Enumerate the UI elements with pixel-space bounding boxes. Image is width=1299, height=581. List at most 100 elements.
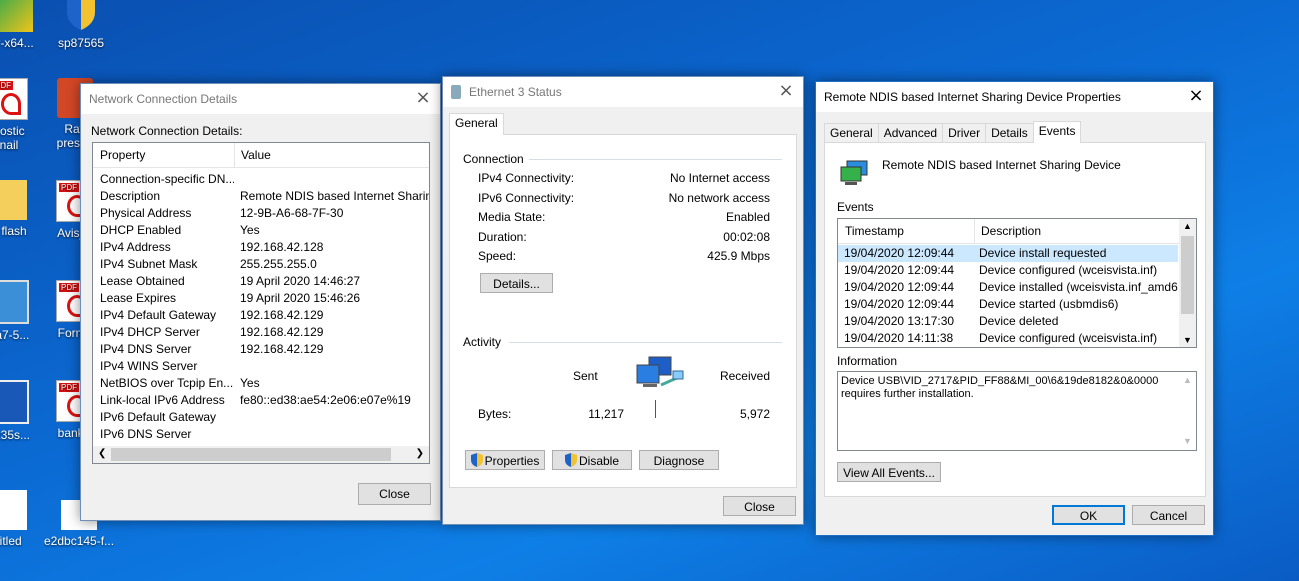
uac-shield-icon (564, 453, 577, 467)
list-item[interactable]: DHCP Enabled Yes (93, 222, 429, 239)
information-textbox[interactable]: Device USB\VID_2717&PID_FF88&MI_00\6&19d… (837, 371, 1197, 451)
network-connection-details-window: Network Connection Details × Network Con… (80, 83, 441, 521)
window-title: Ethernet 3 Status (469, 85, 562, 99)
property-name: IPv4 Address (100, 240, 171, 254)
events-list[interactable]: Timestamp Description 19/04/2020 12:09:4… (837, 218, 1197, 348)
vertical-scrollbar[interactable]: ▲ ▼ (1179, 219, 1196, 347)
list-header: Property Value (93, 143, 429, 168)
details-caption: Network Connection Details: (91, 124, 243, 138)
properties-button[interactable]: Properties (465, 450, 545, 470)
property-value: 19 April 2020 15:46:26 (240, 291, 361, 305)
scroll-left-icon[interactable]: ❮ (98, 448, 106, 459)
information-label: Information (837, 354, 898, 368)
received-label: Received (719, 369, 770, 383)
ethernet-status-window: Ethernet 3 Status × General Connection I… (442, 76, 804, 525)
list-item[interactable]: IPv4 DNS Server 192.168.42.129 (93, 341, 429, 358)
bytes-received-value: 5,972 (739, 407, 770, 421)
desktop-icon[interactable]: titled (0, 490, 44, 548)
tab-advanced[interactable]: Advanced (877, 123, 944, 143)
title-bar: Ethernet 3 Status × (443, 77, 803, 107)
table-row[interactable]: 19/04/2020 12:09:44 Device install reques… (838, 245, 1178, 262)
table-row[interactable]: 19/04/2020 12:09:44 Device configured (wc… (838, 262, 1178, 279)
event-timestamp: 19/04/2020 12:09:44 (844, 280, 955, 294)
scroll-down-icon[interactable]: ▼ (1183, 435, 1192, 448)
window-title: Network Connection Details (89, 92, 238, 106)
desktop-icon[interactable]: tfx35s... (0, 380, 44, 442)
list-item[interactable]: Connection-specific DN... (93, 171, 429, 188)
column-header-property[interactable]: Property (93, 143, 235, 167)
desktop-icon[interactable]: 3a7-5... (0, 280, 44, 342)
scroll-down-icon[interactable]: ▼ (1183, 335, 1192, 345)
property-value: fe80::ed38:ae54:2e06:e07e%19 (240, 393, 411, 407)
list-item[interactable]: Description Remote NDIS based Internet Sh… (93, 188, 429, 205)
property-value (234, 409, 429, 426)
horizontal-scrollbar[interactable]: ❮ ❯ (93, 446, 429, 463)
table-row[interactable]: 19/04/2020 12:09:44 Device installed (wce… (838, 279, 1178, 296)
list-item[interactable]: IPv6 DNS Server (93, 426, 429, 443)
scrollbar-thumb[interactable] (111, 448, 391, 461)
table-row[interactable]: 19/04/2020 14:11:38 Device configured (wc… (838, 330, 1178, 347)
scrollbar-thumb[interactable] (1181, 236, 1194, 314)
property-name: Link-local IPv6 Address (100, 393, 225, 407)
list-item[interactable]: IPv4 Address 192.168.42.128 (93, 239, 429, 256)
tab-details[interactable]: Details (985, 123, 1034, 143)
view-all-events-button[interactable]: View All Events... (837, 462, 941, 482)
list-item[interactable]: Link-local IPv6 Address fe80::ed38:ae54:2… (93, 392, 429, 409)
diagnose-button[interactable]: Diagnose (639, 450, 719, 470)
device-name: Remote NDIS based Internet Sharing Devic… (882, 158, 1121, 172)
scroll-up-icon[interactable]: ▲ (1183, 221, 1192, 231)
desktop-icon[interactable]: nostic nail (0, 78, 44, 152)
details-list[interactable]: Property Value Connection-specific DN...… (92, 142, 430, 464)
activity-group-label: Activity (463, 335, 502, 349)
column-header-timestamp[interactable]: Timestamp (838, 219, 975, 243)
property-name: Physical Address (100, 206, 192, 220)
list-item[interactable]: IPv4 WINS Server (93, 358, 429, 375)
list-item[interactable]: Lease Obtained 19 April 2020 14:46:27 (93, 273, 429, 290)
close-icon[interactable]: × (1187, 87, 1205, 105)
title-bar: Remote NDIS based Internet Sharing Devic… (816, 82, 1213, 112)
bytes-sent-value: 11,217 (588, 407, 624, 421)
disable-label: Disable (578, 454, 620, 468)
close-icon[interactable]: × (414, 89, 432, 107)
list-item[interactable]: IPv6 Default Gateway (93, 409, 429, 426)
property-name: IPv4 Subnet Mask (100, 257, 198, 271)
tab-driver[interactable]: Driver (942, 123, 987, 143)
list-item[interactable]: IPv4 Subnet Mask 255.255.255.0 (93, 256, 429, 273)
property-value: Remote NDIS based Internet Sharing Dev (240, 189, 429, 203)
property-value: Yes (240, 376, 260, 390)
close-button[interactable]: Close (358, 483, 431, 505)
close-button[interactable]: Close (723, 496, 796, 516)
list-item[interactable]: NetBIOS over Tcpip En... Yes (93, 375, 429, 392)
tab-events[interactable]: Events (1032, 121, 1082, 143)
desktop-icon[interactable]: r-x64... (0, 0, 50, 50)
list-item[interactable]: Lease Expires 19 April 2020 15:46:26 (93, 290, 429, 307)
desktop-icon[interactable]: sp87565 (46, 0, 116, 50)
column-header-value[interactable]: Value (235, 143, 429, 167)
list-item[interactable]: IPv4 Default Gateway 192.168.42.129 (93, 307, 429, 324)
scroll-up-icon[interactable]: ▲ (1183, 374, 1192, 387)
disable-button[interactable]: Disable (552, 450, 632, 470)
speed-value: 425.9 Mbps (707, 249, 770, 263)
details-button[interactable]: Details... (480, 273, 553, 293)
media-state-value: Enabled (725, 210, 770, 224)
event-timestamp: 19/04/2020 12:09:44 (844, 263, 955, 277)
list-item[interactable]: IPv4 DHCP Server 192.168.42.129 (93, 324, 429, 341)
properties-label: Properties (484, 454, 540, 468)
event-description: Device deleted (979, 314, 1059, 328)
close-icon[interactable]: × (777, 82, 795, 100)
ipv4-connectivity-label: IPv4 Connectivity: (478, 171, 575, 185)
vertical-scrollbar[interactable]: ▲ ▼ (1179, 372, 1196, 450)
column-header-description[interactable]: Description (975, 219, 1041, 243)
scroll-right-icon[interactable]: ❯ (416, 448, 424, 459)
information-text-line2: requires further installation. (841, 388, 974, 400)
tab-general[interactable]: General (449, 113, 504, 135)
shield-icon (63, 0, 99, 32)
desktop-icon[interactable]: e flash (0, 180, 44, 238)
table-row[interactable]: 19/04/2020 13:17:30 Device deleted (838, 313, 1178, 330)
network-adapter-icon (839, 159, 871, 190)
ok-button[interactable]: OK (1052, 505, 1125, 525)
tab-general[interactable]: General (824, 123, 879, 143)
table-row[interactable]: 19/04/2020 12:09:44 Device started (usbmd… (838, 296, 1178, 313)
cancel-button[interactable]: Cancel (1132, 505, 1205, 525)
list-item[interactable]: Physical Address 12-9B-A6-68-7F-30 (93, 205, 429, 222)
